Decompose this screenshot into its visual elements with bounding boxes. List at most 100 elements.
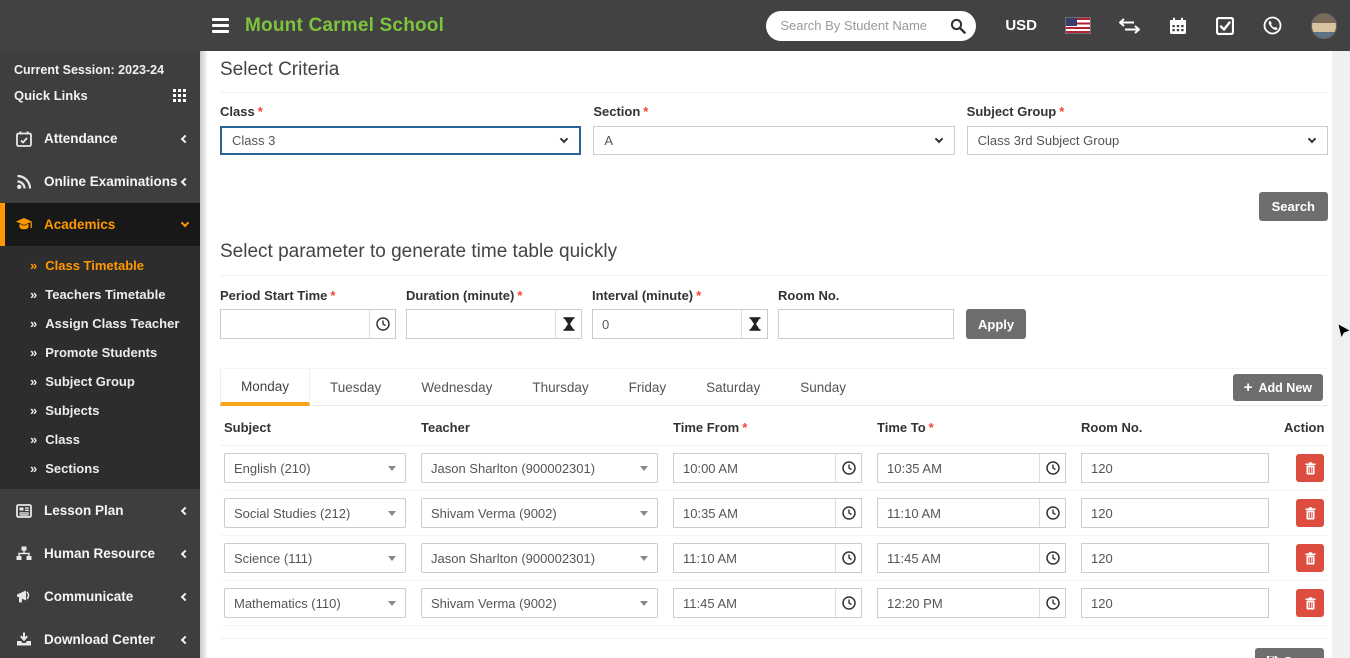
tab-wednesday[interactable]: Wednesday [401,369,512,405]
clock-icon[interactable] [1039,544,1065,572]
generator-section-title: Select parameter to generate time table … [220,240,1328,276]
sidebar-item-lesson-plan[interactable]: Lesson Plan [0,489,200,532]
tab-saturday[interactable]: Saturday [686,369,780,405]
calendar-icon[interactable] [1169,17,1187,35]
caret-down-icon [640,555,648,561]
room-input[interactable] [1081,453,1269,483]
room-input[interactable] [1081,588,1269,618]
timetable-header-row: Subject Teacher Time From * Time To * Room… [220,406,1328,446]
tab-sunday[interactable]: Sunday [780,369,866,405]
caret-down-icon [640,510,648,516]
sidebar-item-online-examinations[interactable]: Online Examinations [0,160,200,203]
search-input[interactable] [780,18,951,33]
delete-row-button[interactable] [1296,544,1324,572]
tab-tuesday[interactable]: Tuesday [310,369,401,405]
caret-down-icon [388,465,396,471]
period-start-time-input[interactable] [221,310,369,338]
required-marker: * [517,288,523,303]
clock-icon[interactable] [835,544,861,572]
sidebar-subitem-assign-class-teacher[interactable]: » Assign Class Teacher [0,309,200,338]
room-input[interactable] [1081,543,1269,573]
interval-label: Interval (minute) [592,288,694,303]
whatsapp-icon[interactable] [1263,16,1282,35]
clock-icon[interactable] [1039,454,1065,482]
sidebar-subitem-class-timetable[interactable]: » Class Timetable [0,251,200,280]
delete-row-button[interactable] [1296,589,1324,617]
time-to-input[interactable] [878,499,1039,527]
class-select[interactable]: Class 3 [220,126,582,155]
duration-input[interactable] [407,310,555,338]
chevron-left-icon [180,177,190,186]
teacher-select[interactable]: Shivam Verma (9002) [421,588,658,618]
clock-icon[interactable] [835,499,861,527]
sidebar-subitem-teachers-timetable[interactable]: » Teachers Timetable [0,280,200,309]
required-marker: * [330,288,336,303]
subject-group-field: Subject Group * Class 3rd Subject Group [966,104,1328,155]
save-button[interactable]: Save [1254,648,1324,658]
sidebar-item-label: Human Resource [44,546,156,561]
col-time-from: Time From * [673,420,748,435]
quick-links[interactable]: Quick Links [0,79,200,109]
add-new-button[interactable]: + Add New [1232,374,1323,401]
sidebar-scrollbar[interactable] [200,51,207,658]
subitem-label: Sections [45,461,100,476]
required-marker: * [742,420,748,435]
tab-monday[interactable]: Monday [220,369,311,406]
time-to-input[interactable] [878,454,1039,482]
clock-icon[interactable] [369,310,395,338]
sidebar-item-attendance[interactable]: Attendance [0,117,200,160]
teacher-select[interactable]: Jason Sharlton (900002301) [421,543,658,573]
teacher-select[interactable]: Shivam Verma (9002) [421,498,658,528]
col-action: Action [1284,420,1325,435]
tasks-check-icon[interactable] [1216,16,1234,35]
sidebar-subitem-class[interactable]: » Class [0,425,200,454]
sitemap-icon [14,546,34,561]
table-row: English (210) Jason Sharlton (900002301) [220,446,1328,491]
col-subject: Subject [224,420,271,435]
section-select[interactable]: A [593,126,955,155]
swap-arrows-icon[interactable] [1119,17,1140,34]
subject-select[interactable]: Mathematics (110) [224,588,406,618]
delete-row-button[interactable] [1296,499,1324,527]
subject-select[interactable]: Social Studies (212) [224,498,406,528]
time-from-input[interactable] [674,499,835,527]
sidebar-item-communicate[interactable]: Communicate [0,575,200,618]
clock-icon[interactable] [1039,589,1065,617]
clock-icon[interactable] [835,454,861,482]
time-from-input[interactable] [674,589,835,617]
sidebar-item-academics[interactable]: Academics [0,203,200,246]
clock-icon[interactable] [835,589,861,617]
search-button[interactable]: Search [1258,192,1328,221]
search-icon[interactable] [950,18,967,34]
room-no-input[interactable] [778,309,954,339]
calendar-check-icon [14,131,34,147]
sidebar-item-human-resource[interactable]: Human Resource [0,532,200,575]
time-to-input[interactable] [878,589,1039,617]
time-to-input[interactable] [878,544,1039,572]
us-flag-icon[interactable] [1066,18,1090,33]
sidebar-subitem-sections[interactable]: » Sections [0,454,200,483]
grid-icon[interactable] [173,89,186,102]
delete-row-button[interactable] [1296,454,1324,482]
tab-friday[interactable]: Friday [609,369,687,405]
criteria-section-title: Select Criteria [220,58,1328,93]
time-from-input[interactable] [674,544,835,572]
sidebar-subitem-subjects[interactable]: » Subjects [0,396,200,425]
user-avatar[interactable] [1311,12,1337,39]
menu-icon[interactable] [212,18,229,33]
subject-select[interactable]: Science (111) [224,543,406,573]
clock-icon[interactable] [1039,499,1065,527]
subject-select[interactable]: English (210) [224,453,406,483]
room-input[interactable] [1081,498,1269,528]
time-from-input[interactable] [674,454,835,482]
sidebar-subitem-promote-students[interactable]: » Promote Students [0,338,200,367]
teacher-select[interactable]: Jason Sharlton (900002301) [421,453,658,483]
tab-thursday[interactable]: Thursday [512,369,608,405]
apply-button[interactable]: Apply [966,309,1027,339]
subject-group-select[interactable]: Class 3rd Subject Group [966,126,1328,155]
subitem-label: Promote Students [45,345,158,360]
sidebar-item-download-center[interactable]: Download Center [0,618,200,658]
interval-input[interactable] [593,310,741,338]
sidebar-subitem-subject-group[interactable]: » Subject Group [0,367,200,396]
currency-label[interactable]: USD [1005,17,1037,34]
